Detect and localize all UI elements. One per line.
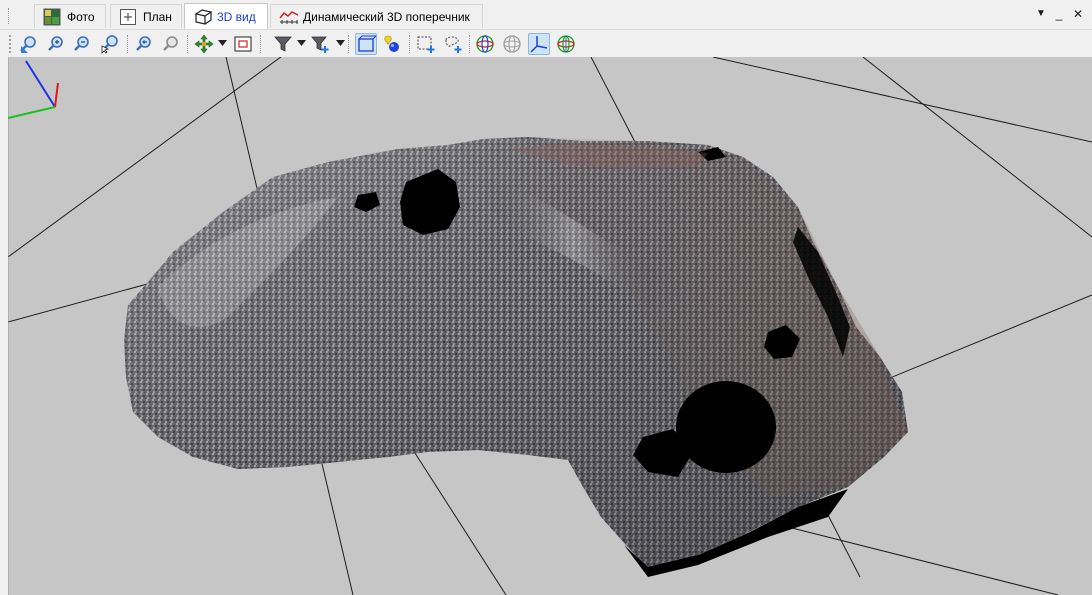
point-light-button[interactable] [381, 33, 403, 55]
bounding-box-button[interactable] [355, 33, 377, 55]
filter-button[interactable] [272, 33, 294, 55]
rect-select-add-button[interactable] [415, 33, 437, 55]
minimize-button[interactable]: _ [1052, 7, 1066, 21]
plan-icon [119, 8, 137, 26]
pan-navigation-icon [194, 34, 214, 54]
zoom-out-icon [74, 36, 89, 51]
toolbar-separator [260, 35, 262, 53]
lasso-select-add-icon [445, 36, 462, 53]
tab-bar-grip [8, 8, 23, 24]
sphere-grey-icon [503, 35, 521, 53]
filter-icon [274, 36, 292, 52]
tab-dynamic-3d-label: Динамический 3D поперечник [303, 9, 470, 24]
zoom-next-button[interactable] [160, 33, 182, 55]
point-light-icon [384, 35, 399, 52]
zoom-previous-icon [136, 36, 151, 51]
filter-add-button[interactable] [309, 33, 331, 55]
toolbar-separator [127, 35, 129, 53]
rect-select-add-icon [417, 36, 435, 53]
filter-dropdown-button[interactable] [296, 38, 306, 48]
photo-icon [43, 8, 61, 26]
close-button[interactable]: ✕ [1071, 7, 1085, 21]
toolbar-separator [348, 35, 350, 53]
tab-plan-label: План [143, 9, 172, 24]
3d-scene [8, 57, 1092, 595]
zoom-previous-button[interactable] [133, 33, 155, 55]
sphere-grey-button[interactable] [501, 33, 523, 55]
zoom-next-icon [163, 36, 178, 51]
zoom-window-icon [101, 35, 118, 54]
axis-gizmo [8, 60, 59, 119]
zoom-out-button[interactable] [71, 33, 93, 55]
x-axis-line [54, 82, 59, 108]
bounding-box-icon [358, 35, 376, 52]
toolbar [0, 29, 1092, 57]
toolbar-separator [187, 35, 189, 53]
tab-plan[interactable]: План [110, 4, 182, 28]
toolbar-grip [9, 35, 13, 53]
view-frame-icon [234, 36, 252, 52]
void-large [676, 381, 776, 473]
filter-add-icon [311, 36, 329, 53]
zoom-in-button[interactable] [45, 33, 67, 55]
tab-bar: Фото План 3D вид Динамический 3D попереч… [0, 0, 1092, 29]
tab-dynamic-3d-cross-section[interactable]: Динамический 3D поперечник [270, 4, 483, 28]
toolbar-separator [409, 35, 411, 53]
chevron-down-icon [335, 40, 345, 46]
3d-viewport[interactable] [8, 57, 1092, 595]
filter-add-dropdown-button[interactable] [335, 38, 345, 48]
z-axis-line [25, 60, 56, 108]
cross-section-icon [279, 8, 299, 26]
zoom-window-button[interactable] [99, 33, 121, 55]
sphere-green-icon [557, 35, 575, 53]
zoom-in-icon [48, 36, 63, 51]
sphere-green-button[interactable] [555, 33, 577, 55]
sphere-color-icon [476, 35, 494, 53]
zoom-extents-button[interactable] [18, 33, 40, 55]
sphere-color-button[interactable] [474, 33, 496, 55]
y-axis-line [8, 106, 56, 119]
tab-3d-view[interactable]: 3D вид [184, 3, 268, 29]
view-frame-button[interactable] [232, 33, 254, 55]
pan-dropdown-button[interactable] [217, 38, 227, 48]
cube-3d-icon [193, 8, 213, 26]
tab-photo-label: Фото [67, 9, 95, 24]
toolbar-separator [469, 35, 471, 53]
zoom-extents-icon [20, 36, 36, 53]
chevron-down-icon [217, 40, 227, 46]
tab-3d-view-label: 3D вид [217, 9, 256, 24]
tab-photo[interactable]: Фото [34, 4, 106, 28]
rock-point-cloud[interactable] [124, 137, 908, 577]
chevron-down-icon [296, 40, 306, 46]
pan-navigation-button[interactable] [193, 33, 215, 55]
window-menu-button[interactable]: ▼ [1034, 7, 1048, 21]
axes-button[interactable] [528, 33, 550, 55]
axes-icon [530, 36, 548, 53]
lasso-select-add-button[interactable] [442, 33, 464, 55]
